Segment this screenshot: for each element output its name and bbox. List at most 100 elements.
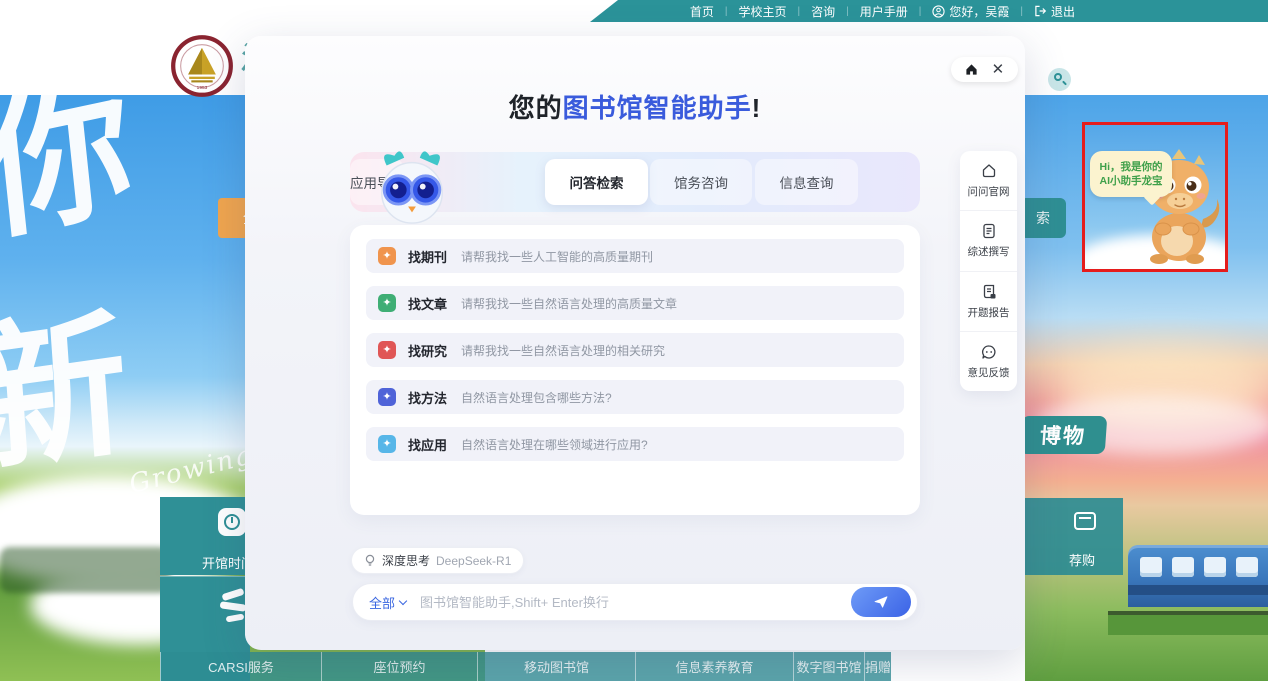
top-nav-link[interactable]: 用户手册 [860, 3, 933, 20]
suggestion-list-card: ✦ 找期刊 请帮我找一些人工智能的高质量期刊 ✦ 找文章 请帮我找一些自然语言处… [350, 225, 920, 515]
feedback-chat-icon [980, 343, 998, 361]
assistant-tab[interactable]: 问答检索 [545, 159, 648, 205]
quick-action-label: 综述撰写 [968, 244, 1010, 259]
museum-badge[interactable]: 博物 [1019, 416, 1108, 454]
university-seal-logo[interactable]: 1953 [170, 34, 234, 98]
document-icon [980, 222, 998, 240]
robot-icon: ✦ [378, 294, 396, 312]
send-button[interactable] [851, 587, 911, 617]
user-greeting[interactable]: 您好，吴霞 [932, 3, 1034, 20]
top-nav-links: 首页 学校主页 咨询 用户手册 [690, 3, 933, 20]
logout-icon [1034, 5, 1047, 17]
hero-calligraphy-char: 你 [0, 95, 138, 251]
search-submit-fragment[interactable]: 索 [1020, 198, 1066, 238]
quick-action-proposal-report[interactable]: 开题报告 [960, 271, 1017, 331]
ai-assistant-dialog: ✕ 您的图书馆智能助手! 问答检索 馆务咨询 信息查询 应用导航 [245, 36, 1025, 650]
footer-service-cell[interactable]: 移动图书馆 [477, 652, 635, 681]
recommend-label: 荐购 [1069, 550, 1095, 569]
user-icon [932, 5, 945, 18]
footer-service-cell[interactable]: 座位预约 [321, 652, 477, 681]
quick-action-label: 开题报告 [968, 305, 1010, 320]
assistant-tab[interactable]: 信息查询 [755, 159, 858, 205]
footer-service-strip: CARSI服务 座位预约 移动图书馆 信息素养教育 数字图书馆 捐赠 [160, 652, 1125, 681]
suggestion-label: 找应用 [408, 435, 447, 454]
close-icon[interactable]: ✕ [992, 62, 1005, 77]
search-icon-handle [1062, 81, 1067, 86]
user-name: 您好，吴霞 [949, 3, 1009, 20]
robot-icon: ✦ [378, 388, 396, 406]
train-stripe [1128, 585, 1268, 595]
footer-service-cell[interactable]: 数字图书馆 [793, 652, 864, 681]
train-window [1172, 557, 1194, 577]
quick-action-label: 问问官网 [968, 184, 1010, 199]
clock-icon [218, 508, 246, 536]
model-name: DeepSeek-R1 [436, 554, 511, 568]
suggestion-description: 请帮我找一些自然语言处理的相关研究 [461, 342, 665, 359]
robot-icon: ✦ [378, 247, 396, 265]
ai-mascot-highlight-box[interactable]: Hi，我是你的 AI小助手龙宝 [1082, 122, 1228, 272]
bubble-text-line: AI小助手龙宝 [1100, 174, 1163, 188]
suggestion-row[interactable]: ✦ 找方法 自然语言处理包含哪些方法? [366, 380, 904, 414]
open-hours-cell[interactable]: 开馆时间 [160, 497, 250, 575]
quick-action-ask-official[interactable]: 问问官网 [960, 151, 1017, 210]
suggestion-row[interactable]: ✦ 找应用 自然语言处理在哪些领域进行应用? [366, 427, 904, 461]
suggestion-description: 自然语言处理在哪些领域进行应用? [461, 436, 648, 453]
dialog-title: 您的图书馆智能助手! [245, 88, 1025, 125]
quick-action-feedback[interactable]: 意见反馈 [960, 331, 1017, 391]
title-highlight: 图书馆智能助手 [563, 93, 752, 123]
footer-service-cell[interactable]: 捐赠 [864, 652, 891, 681]
home-bubble-icon [980, 162, 998, 180]
title-prefix: 您的 [509, 93, 563, 123]
deep-think-model-pill[interactable]: 深度思考 DeepSeek-R1 [351, 547, 524, 574]
search-icon [1054, 73, 1062, 81]
suggestion-list: ✦ 找期刊 请帮我找一些人工智能的高质量期刊 ✦ 找文章 请帮我找一些自然语言处… [366, 239, 904, 461]
logout-label: 退出 [1051, 3, 1075, 20]
chevron-down-icon [399, 596, 407, 604]
scope-value: 全部 [369, 593, 395, 612]
owl-mascot-icon [373, 146, 451, 228]
home-icon[interactable] [965, 63, 978, 76]
suggestion-label: 找文章 [408, 294, 447, 313]
quick-action-panel: 问问官网 综述撰写 开题报告 意见反馈 [960, 151, 1017, 391]
suggestion-row[interactable]: ✦ 找期刊 请帮我找一些人工智能的高质量期刊 [366, 239, 904, 273]
quick-action-label: 意见反馈 [968, 365, 1010, 380]
top-navigation: 首页 学校主页 咨询 用户手册 您好，吴霞 退出 [690, 0, 1075, 22]
deep-think-label: 深度思考 [382, 552, 430, 569]
footer-service-cell[interactable]: CARSI服务 [160, 652, 321, 681]
suggestion-description: 请帮我找一些自然语言处理的高质量文章 [461, 295, 677, 312]
assistant-tab[interactable]: 馆务咨询 [650, 159, 752, 205]
train-window [1140, 557, 1162, 577]
top-nav-link[interactable]: 学校主页 [738, 3, 811, 20]
grass [1108, 615, 1268, 635]
suggestion-label: 找研究 [408, 341, 447, 360]
train-illustration [1128, 545, 1268, 631]
cart-icon [1074, 512, 1096, 530]
dialog-window-controls: ✕ [951, 57, 1018, 82]
robot-icon: ✦ [378, 341, 396, 359]
suggestion-label: 找期刊 [408, 247, 447, 266]
quick-action-review-writing[interactable]: 综述撰写 [960, 210, 1017, 270]
title-suffix: ! [752, 93, 762, 123]
logout-button[interactable]: 退出 [1034, 3, 1075, 20]
top-nav-link[interactable]: 咨询 [811, 3, 860, 20]
hero-calligraphy-char: 新 [0, 304, 133, 484]
book-recommend-cell[interactable]: 荐购 [1025, 498, 1123, 575]
train-window [1204, 557, 1226, 577]
chat-input[interactable] [420, 595, 851, 610]
hedge-row [0, 547, 170, 593]
bubble-text-line: Hi，我是你的 [1100, 160, 1163, 174]
suggestion-row[interactable]: ✦ 找文章 请帮我找一些自然语言处理的高质量文章 [366, 286, 904, 320]
chat-input-bar: 全部 [352, 583, 918, 621]
svg-text:1953: 1953 [197, 85, 208, 91]
header-search-button[interactable] [1048, 68, 1071, 91]
scope-dropdown[interactable]: 全部 [369, 593, 406, 612]
paper-plane-icon [873, 594, 889, 610]
clock-hand [231, 517, 233, 523]
train-window [1236, 557, 1258, 577]
suggestion-label: 找方法 [408, 388, 447, 407]
report-icon [980, 283, 998, 301]
top-nav-link[interactable]: 首页 [690, 3, 739, 20]
footer-service-cell[interactable]: 信息素养教育 [635, 652, 793, 681]
suggestion-description: 请帮我找一些人工智能的高质量期刊 [461, 248, 653, 265]
suggestion-row[interactable]: ✦ 找研究 请帮我找一些自然语言处理的相关研究 [366, 333, 904, 367]
